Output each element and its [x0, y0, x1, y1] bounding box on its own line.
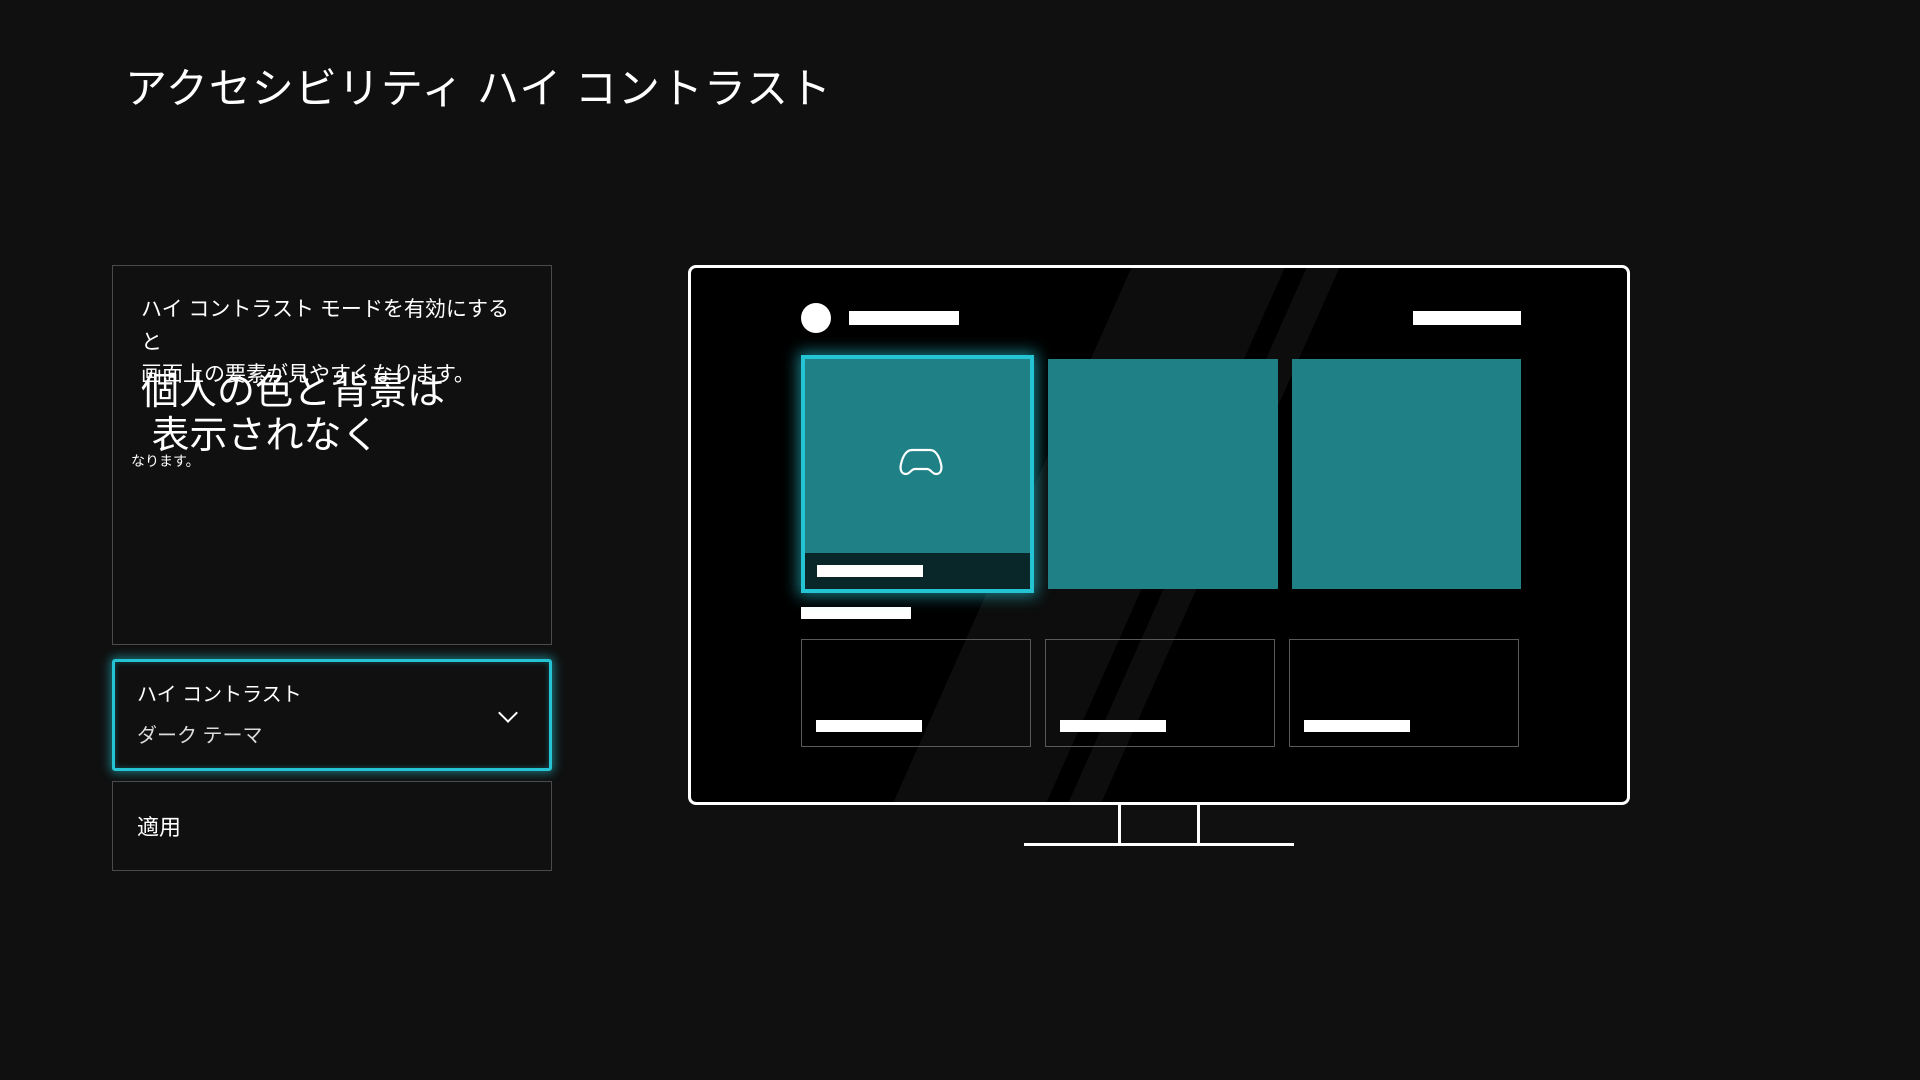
small-tile: [801, 639, 1031, 747]
high-contrast-dropdown[interactable]: ハイ コントラスト ダーク テーマ: [112, 659, 552, 771]
dropdown-value: ダーク テーマ: [137, 719, 527, 748]
username-placeholder: [849, 311, 959, 325]
game-tile-selected: [801, 355, 1034, 593]
game-tile: [1292, 359, 1521, 589]
page-title: アクセシビリティ ハイ コントラスト: [125, 55, 832, 116]
chevron-down-icon: [497, 704, 519, 726]
tile-caption: [805, 553, 1030, 589]
monitor-stand-base: [1024, 843, 1294, 846]
preview-screen-content: [801, 303, 1521, 747]
settings-panel: ハイ コントラスト モードを有効にすると 画面上の要素が見やすくなります。 個人…: [112, 265, 552, 871]
avatar: [801, 303, 831, 333]
description-box: ハイ コントラスト モードを有効にすると 画面上の要素が見やすくなります。 個人…: [112, 265, 552, 645]
small-tile: [1289, 639, 1519, 747]
description-line-1: ハイ コントラスト モードを有効にすると: [141, 294, 523, 359]
tile-row-large: [801, 359, 1521, 593]
section-label-placeholder: [801, 607, 911, 619]
clock-placeholder: [1413, 311, 1521, 325]
description-tail: なります。: [131, 451, 200, 471]
small-tile: [1045, 639, 1275, 747]
monitor-stand-neck: [1118, 803, 1200, 843]
description-emphasis: 個人の色と背景は 表示されなく: [141, 371, 445, 458]
apply-button[interactable]: 適用: [112, 781, 552, 871]
preview-monitor: [688, 265, 1630, 805]
apply-button-label: 適用: [137, 815, 181, 840]
game-tile: [1048, 359, 1277, 589]
dropdown-label: ハイ コントラスト: [137, 678, 527, 707]
controller-icon: [897, 445, 945, 479]
tile-row-small: [801, 639, 1521, 747]
